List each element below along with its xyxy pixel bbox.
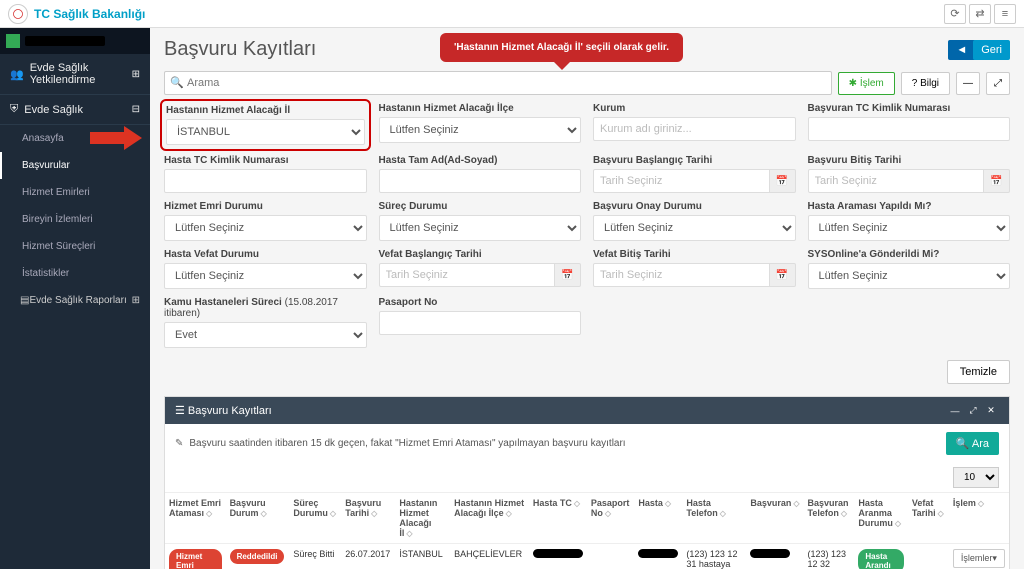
col-header[interactable]: Başvuru Durum◇: [226, 493, 290, 544]
vefat-durum-select[interactable]: Lütfen Seçiniz: [164, 263, 367, 289]
sidebar-item-hizmet-emirleri[interactable]: Hizmet Emirleri: [0, 179, 150, 206]
guide-callout: 'Hastanın Hizmet Alacağı İl' seçili olar…: [440, 33, 683, 62]
results-table: Hizmet Emri Ataması◇Başvuru Durum◇Süreç …: [165, 492, 1009, 569]
user-name-redacted: [25, 36, 105, 46]
filter-il: Hastanın Hizmet Alacağı İl İSTANBUL: [160, 99, 371, 151]
durum-badge: Reddedildi: [230, 549, 285, 564]
col-header[interactable]: Başvuran◇: [746, 493, 803, 544]
col-header[interactable]: Hasta◇: [634, 493, 682, 544]
col-header[interactable]: Hasta Aranma Durumu◇: [854, 493, 907, 544]
user-avatar: [6, 34, 20, 48]
calendar-icon[interactable]: 📅: [770, 263, 796, 287]
users-icon: 👥: [10, 68, 24, 81]
redacted: [533, 549, 583, 558]
collapse-icon: ⊟: [132, 104, 140, 115]
vefat-bitis-input[interactable]: [593, 263, 770, 287]
hizmet-badge: Hizmet Emri Atanmadı: [169, 549, 222, 569]
col-header[interactable]: Başvuru Tarihi◇: [341, 493, 395, 544]
panel-title: Başvuru Kayıtları: [188, 405, 272, 417]
refresh-button[interactable]: ⟳: [944, 4, 966, 24]
col-header[interactable]: Hizmet Emri Ataması◇: [165, 493, 226, 544]
sidebar-item-raporlar[interactable]: ▤ Evde Sağlık Raporları ⊞: [0, 287, 150, 314]
col-header[interactable]: Başvuran Telefon◇: [804, 493, 855, 544]
col-header[interactable]: Hastanın Hizmet Alacağı İlçe◇: [450, 493, 529, 544]
sys-select[interactable]: Lütfen Seçiniz: [808, 263, 1011, 289]
calendar-icon[interactable]: 📅: [984, 169, 1010, 193]
guide-arrow: [90, 126, 146, 150]
search-input[interactable]: [164, 71, 832, 95]
hasta-ad-input[interactable]: [379, 169, 582, 193]
sidebar-item-hizmet-surecleri[interactable]: Hizmet Süreçleri: [0, 233, 150, 260]
onay-durum-select[interactable]: Lütfen Seçiniz: [593, 215, 796, 241]
health-icon: ⛨: [10, 103, 18, 116]
exchange-button[interactable]: ⇄: [969, 4, 991, 24]
panel-min-button[interactable]: —: [947, 406, 963, 416]
he-durum-select[interactable]: Lütfen Seçiniz: [164, 215, 367, 241]
col-header[interactable]: İşlem◇: [949, 493, 1009, 544]
arama-select[interactable]: Lütfen Seçiniz: [808, 215, 1011, 241]
col-header[interactable]: Süreç Durumu◇: [289, 493, 341, 544]
user-bar: [0, 28, 150, 54]
col-header[interactable]: Hasta TC◇: [529, 493, 587, 544]
sidebar-item-istatistikler[interactable]: İstatistikler: [0, 260, 150, 287]
edit-icon: ✎: [175, 438, 183, 449]
back-arrow-button[interactable]: ◄: [948, 40, 975, 60]
ilce-select[interactable]: Lütfen Seçiniz: [379, 117, 582, 143]
ara-button[interactable]: 🔍 Ara: [946, 432, 999, 455]
ministry-logo: [8, 4, 28, 24]
table-row: Hizmet Emri AtanmadıReddedildiSüreç Bitt…: [165, 544, 1009, 569]
col-header[interactable]: Pasaport No◇: [587, 493, 635, 544]
sidebar-item-basvurular[interactable]: Başvurular: [0, 152, 150, 179]
col-header[interactable]: Hasta Telefon◇: [682, 493, 746, 544]
surec-durum-select[interactable]: Lütfen Seçiniz: [379, 215, 582, 241]
list-icon: ☰: [175, 404, 188, 417]
expand-icon: ⊞: [132, 69, 140, 80]
basvuru-bitis-input[interactable]: [808, 169, 985, 193]
minimize-button[interactable]: —: [956, 72, 980, 95]
islem-button[interactable]: ✱ İşlem: [838, 72, 895, 95]
bilgi-button[interactable]: ? Bilgi: [901, 72, 950, 95]
il-select[interactable]: İSTANBUL: [166, 119, 365, 145]
panel-expand-button[interactable]: ⤢: [965, 405, 981, 416]
temizle-button[interactable]: Temizle: [947, 360, 1010, 384]
back-button[interactable]: Geri: [973, 40, 1010, 60]
basvuran-tc-input[interactable]: [808, 117, 1011, 141]
col-header[interactable]: Vefat Tarihi◇: [908, 493, 949, 544]
calendar-icon[interactable]: 📅: [555, 263, 581, 287]
menu-button[interactable]: ≡: [994, 4, 1016, 24]
search-icon: 🔍: [170, 76, 184, 89]
sidebar-header-evdesaglik[interactable]: ⛨ Evde Sağlık ⊟: [0, 95, 150, 125]
basvuru-baslangic-input[interactable]: [593, 169, 770, 193]
pagesize-select[interactable]: 10: [953, 467, 999, 488]
vefat-baslangic-input[interactable]: [379, 263, 556, 287]
notice-text: Başvuru saatinden itibaren 15 dk geçen, …: [189, 438, 625, 449]
pasaport-input[interactable]: [379, 311, 582, 335]
kurum-input[interactable]: [593, 117, 796, 141]
expand-icon: ⊞: [132, 295, 140, 306]
kamu-select[interactable]: Evet: [164, 322, 367, 348]
brand-title: TC Sağlık Bakanlığı: [34, 7, 145, 21]
page-title: Başvuru Kayıtları: [164, 38, 316, 61]
calendar-icon[interactable]: 📅: [770, 169, 796, 193]
sidebar-item-bireyin-izlemleri[interactable]: Bireyin İzlemleri: [0, 206, 150, 233]
aranma-badge: Hasta Arandı: [858, 549, 903, 569]
panel-close-button[interactable]: ✕: [983, 405, 999, 416]
redacted: [750, 549, 790, 558]
islemler-button[interactable]: İşlemler▾: [953, 549, 1005, 568]
sidebar-header-yetkilendirme[interactable]: 👥 Evde Sağlık Yetkilendirme ⊞: [0, 54, 150, 95]
col-header[interactable]: Hastanın Hizmet Alacağı İl◇: [395, 493, 450, 544]
redacted: [638, 549, 678, 558]
report-icon: ▤: [20, 295, 29, 306]
hasta-tc-input[interactable]: [164, 169, 367, 193]
expand-button[interactable]: ⤢: [986, 72, 1010, 95]
